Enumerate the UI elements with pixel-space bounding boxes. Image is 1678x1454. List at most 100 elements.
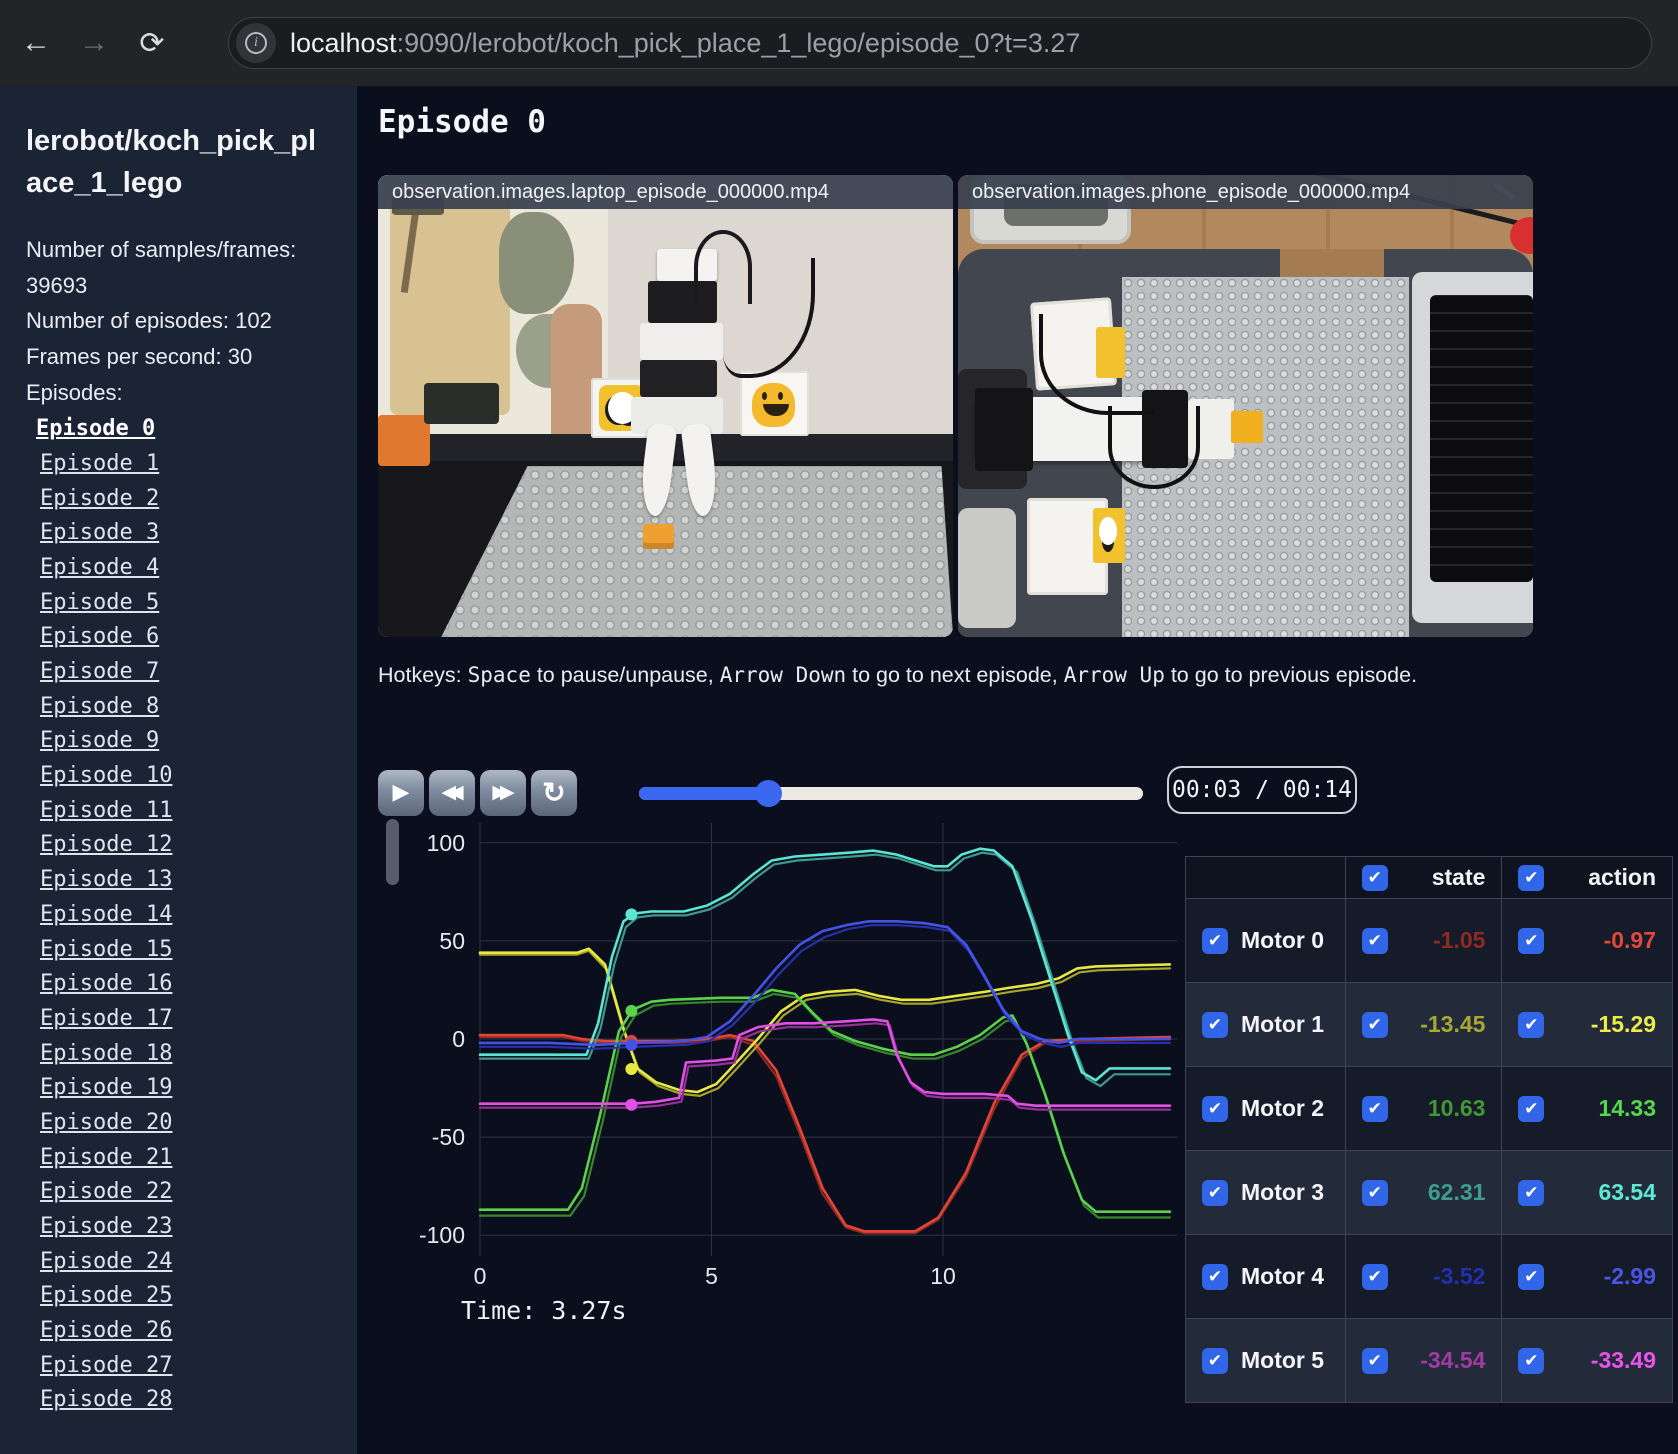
action-value-checkbox[interactable]	[1518, 1263, 1545, 1290]
chart-time-label: Time: 3.27s	[461, 1296, 627, 1325]
header-empty-cell	[1185, 856, 1346, 899]
robot-link	[639, 322, 723, 360]
action-column-checkbox[interactable]	[1518, 864, 1545, 891]
state-value: 62.31	[1427, 1179, 1486, 1205]
episode-link[interactable]: Episode 5	[40, 590, 159, 615]
action-value-checkbox[interactable]	[1518, 1011, 1545, 1038]
state-value-checkbox[interactable]	[1361, 1011, 1388, 1038]
episode-link[interactable]: Episode 15	[40, 937, 172, 962]
motor-row-checkbox[interactable]	[1202, 1095, 1228, 1122]
state-value-checkbox[interactable]	[1361, 1347, 1388, 1374]
hotkeys-text: Hotkeys: Space to pause/unpause, Arrow D…	[378, 663, 1498, 688]
stat-samples: Number of samples/frames: 39693	[26, 237, 297, 298]
episode-link[interactable]: Episode 11	[40, 798, 172, 823]
sidebar: lerobot/koch_pick_place_1_lego Number of…	[0, 86, 357, 1454]
episode-link[interactable]: Episode 9	[40, 728, 159, 753]
action-value: -15.29	[1590, 1011, 1656, 1037]
motor-label: Motor 1	[1241, 1011, 1325, 1037]
episode-link[interactable]: Episode 10	[40, 763, 172, 788]
episode-link[interactable]: Episode 0	[36, 416, 155, 441]
episode-link[interactable]: Episode 3	[40, 520, 159, 545]
motor-table-body: Motor 0-1.05-0.97Motor 1-13.45-15.29Moto…	[1185, 898, 1673, 1403]
episode-link[interactable]: Episode 2	[40, 486, 159, 511]
episode-link[interactable]: Episode 19	[40, 1075, 172, 1100]
orange-lego-brick	[642, 523, 675, 550]
episode-link[interactable]: Episode 17	[40, 1006, 172, 1031]
browser-toolbar: ← → ⟳ i localhost:9090/lerobot/koch_pick…	[0, 0, 1678, 86]
motor-row-checkbox[interactable]	[1202, 1263, 1228, 1290]
reload-icon[interactable]: ⟳	[130, 21, 174, 65]
time-marker-dot	[625, 1004, 638, 1017]
episode-link[interactable]: Episode 8	[40, 694, 159, 719]
episode-link[interactable]: Episode 12	[40, 832, 172, 857]
back-icon[interactable]: ←	[14, 21, 58, 65]
dataset-name: lerobot/koch_pick_place_1_lego	[26, 125, 317, 200]
episode-link[interactable]: Episode 18	[40, 1041, 172, 1066]
motor-row: Motor 2 10.63 14.33	[1185, 1066, 1673, 1151]
motor-row-checkbox[interactable]	[1202, 1179, 1228, 1206]
action-value-checkbox[interactable]	[1518, 927, 1545, 954]
hotkey-text: to go to previous episode.	[1164, 663, 1418, 687]
episode-link[interactable]: Episode 26	[40, 1318, 172, 1343]
state-value: -3.52	[1432, 1263, 1486, 1289]
action-value-checkbox[interactable]	[1518, 1347, 1545, 1374]
hotkey-text: to pause/unpause,	[530, 663, 720, 687]
site-info-chip[interactable]: i	[236, 23, 276, 63]
y-tick-label: -100	[419, 1222, 465, 1248]
action-value: 63.54	[1598, 1179, 1656, 1205]
y-tick-label: 0	[452, 1026, 465, 1052]
episode-link[interactable]: Episode 6	[40, 624, 159, 649]
episode-link[interactable]: Episode 16	[40, 971, 172, 996]
scrollbar-thumb[interactable]	[386, 819, 399, 885]
motor-row-checkbox[interactable]	[1202, 1011, 1228, 1038]
forward-icon[interactable]: →	[72, 21, 116, 65]
motor-row: Motor 1 -13.45 -15.29	[1185, 982, 1673, 1067]
episode-link[interactable]: Episode 22	[40, 1179, 172, 1204]
shirt-leaf-print	[498, 211, 574, 314]
time-marker-dot	[625, 1098, 638, 1111]
hotkey-key: Arrow Down	[719, 663, 847, 687]
episode-link[interactable]: Episode 4	[40, 555, 159, 580]
episode-link[interactable]: Episode 14	[40, 902, 172, 927]
action-value-checkbox[interactable]	[1518, 1095, 1545, 1122]
motor-table: state action Motor 0 -1.05 -0.97 Motor 1 -13…	[1185, 856, 1673, 1403]
series-motor-5-state	[478, 1022, 1172, 1111]
episode-link[interactable]: Episode 13	[40, 867, 172, 892]
cable-arc-mid	[1107, 406, 1200, 490]
page-title: Episode 0	[378, 104, 546, 140]
panda-face-bottom	[1098, 516, 1118, 545]
state-value-checkbox[interactable]	[1361, 1179, 1388, 1206]
hotkey-key: Space	[467, 663, 531, 687]
motor-row-checkbox[interactable]	[1202, 927, 1228, 954]
action-value-checkbox[interactable]	[1518, 1179, 1545, 1206]
state-value-checkbox[interactable]	[1361, 927, 1388, 954]
episode-link[interactable]: Episode 20	[40, 1110, 172, 1135]
state-column-checkbox[interactable]	[1361, 864, 1388, 891]
url-text[interactable]: localhost:9090/lerobot/koch_pick_place_1…	[290, 28, 1080, 59]
motor-label: Motor 0	[1241, 927, 1325, 953]
state-value-checkbox[interactable]	[1361, 1263, 1388, 1290]
episode-link[interactable]: Episode 23	[40, 1214, 172, 1239]
state-value-checkbox[interactable]	[1361, 1095, 1388, 1122]
y-tick-label: 50	[439, 928, 465, 954]
x-tick-label: 5	[705, 1263, 718, 1289]
video-player-phone[interactable]: observation.images.phone_episode_000000.…	[958, 175, 1533, 637]
episode-link[interactable]: Episode 27	[40, 1353, 172, 1378]
episode-link[interactable]: Episode 21	[40, 1145, 172, 1170]
url-host: localhost	[290, 27, 397, 58]
header-state-cell: state	[1344, 856, 1503, 899]
episode-link[interactable]: Episode 28	[40, 1387, 172, 1412]
state-value: -1.05	[1432, 927, 1486, 953]
episode-link[interactable]: Episode 7	[40, 659, 159, 684]
episode-link[interactable]: Episode 1	[40, 451, 159, 476]
header-action-cell: action	[1501, 856, 1673, 899]
action-value: -33.49	[1590, 1347, 1656, 1373]
action-value: -2.99	[1603, 1263, 1656, 1289]
motor-row-checkbox[interactable]	[1202, 1347, 1228, 1374]
address-bar[interactable]: i localhost:9090/lerobot/koch_pick_place…	[228, 17, 1652, 69]
episode-link[interactable]: Episode 24	[40, 1249, 172, 1274]
leader-arm	[958, 507, 1016, 628]
time-marker-dot	[625, 908, 638, 921]
video-player-laptop[interactable]: observation.images.laptop_episode_000000…	[378, 175, 953, 637]
episode-link[interactable]: Episode 25	[40, 1283, 172, 1308]
